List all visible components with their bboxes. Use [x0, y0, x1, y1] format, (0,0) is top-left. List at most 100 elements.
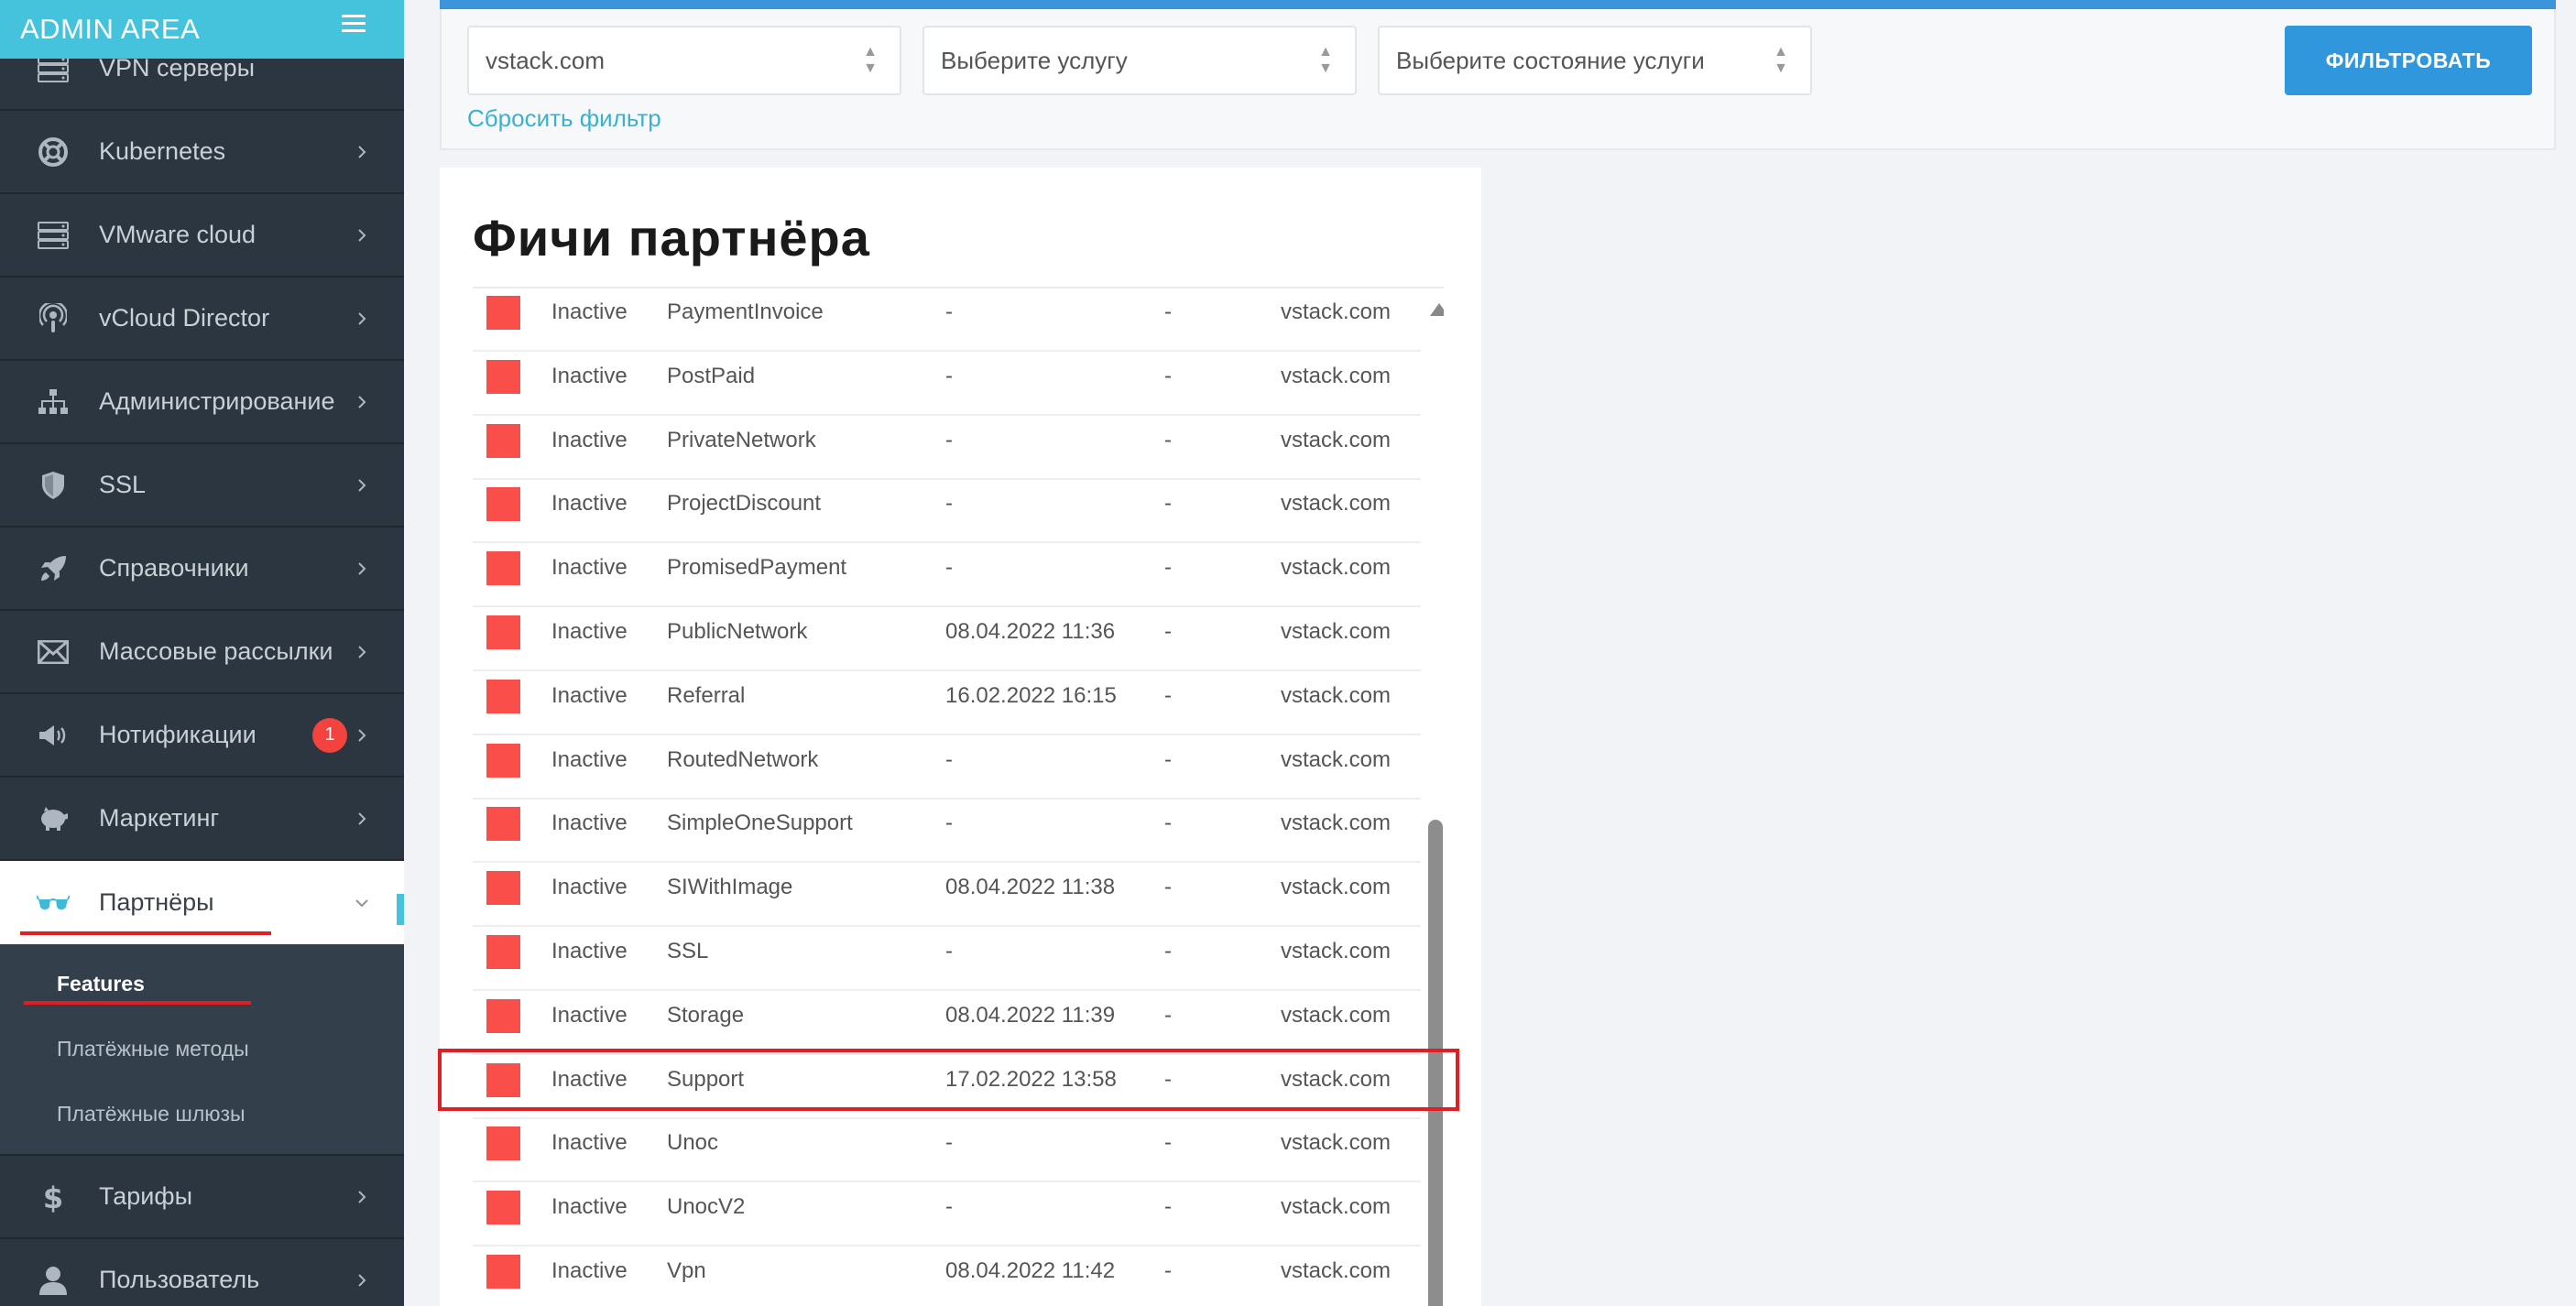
cell-feature-name: PostPaid: [667, 363, 756, 388]
submenu-item-payment-methods[interactable]: Платёжные методы: [0, 1017, 404, 1082]
chevron-right-icon: [358, 1190, 366, 1203]
sidebar-item-kubernetes[interactable]: Kubernetes: [0, 111, 404, 194]
table-row[interactable]: Inactive Referral 16.02.2022 16:15 - vstack.…: [473, 672, 1421, 735]
sidebar-item-vcloud-director[interactable]: vCloud Director: [0, 278, 404, 361]
select-arrows-icon: ▲ ▼: [863, 44, 878, 76]
sidebar-item-administration[interactable]: Администрирование: [0, 361, 404, 444]
cell-value: -: [1164, 1130, 1172, 1156]
chevron-right-icon: [358, 561, 366, 575]
sidebar-item-label: Маркетинг: [99, 804, 220, 832]
cell-value: -: [1164, 1194, 1172, 1220]
svg-text:$: $: [43, 1181, 63, 1213]
page-title: Фичи партнёра: [473, 209, 870, 267]
features-table[interactable]: Inactive PaymentInvoice - - vstack.com Inacti…: [473, 287, 1444, 1306]
cell-domain: vstack.com: [1281, 682, 1392, 708]
sidebar-item-tariffs[interactable]: $ Тарифы: [0, 1156, 404, 1239]
table-row[interactable]: Inactive SimpleOneSupport - - vstack.com: [473, 800, 1421, 864]
cell-value: -: [1164, 682, 1172, 708]
cell-feature-name: RoutedNetwork: [667, 746, 819, 772]
table-row[interactable]: Inactive UnocV2 - - vstack.com: [473, 1183, 1421, 1247]
rocket-icon: [37, 552, 70, 585]
select-arrows-icon: ▲ ▼: [1318, 44, 1333, 76]
chevron-right-icon: [358, 478, 366, 492]
status-indicator: [486, 1191, 520, 1225]
cell-feature-name: ProjectDiscount: [667, 491, 822, 517]
cell-status: Inactive: [551, 555, 628, 581]
select-arrows-icon: ▲ ▼: [1774, 44, 1788, 76]
table-row[interactable]: Inactive PostPaid - - vstack.com: [473, 353, 1421, 416]
sidebar-item-user[interactable]: Пользователь: [0, 1239, 404, 1306]
service-select[interactable]: Выберите услугу ▲ ▼: [922, 26, 1357, 95]
table-row[interactable]: Inactive PrivateNetwork - - vstack.com: [473, 417, 1421, 480]
status-indicator: [486, 743, 520, 778]
table-row[interactable]: Inactive Vpn 08.04.2022 11:42 - vstack.com: [473, 1247, 1421, 1306]
cell-feature-name: Referral: [667, 682, 746, 708]
sidebar-item-ssl[interactable]: SSL: [0, 444, 404, 528]
table-row[interactable]: Inactive Support 17.02.2022 13:58 - vstack.c…: [473, 1056, 1421, 1119]
cell-status: Inactive: [551, 1002, 628, 1028]
sidebar-item-vmware-cloud[interactable]: VMware cloud: [0, 194, 404, 278]
submenu-item-label: Features: [57, 972, 145, 996]
cell-domain: vstack.com: [1281, 1130, 1392, 1156]
table-row[interactable]: Inactive RoutedNetwork - - vstack.com: [473, 736, 1421, 800]
partner-features-panel: Фичи партнёра Inactive PaymentInvoice - - vs…: [440, 168, 1481, 1306]
sidebar-menu: VPN серверы Kubernetes VMware cloud vClo…: [0, 27, 404, 1306]
filter-button[interactable]: ФИЛЬТРОВАТЬ: [2285, 26, 2532, 95]
cell-date: -: [945, 1130, 953, 1156]
sidebar-item-directories[interactable]: Справочники: [0, 528, 404, 611]
cell-value: -: [1164, 491, 1172, 517]
cell-domain: vstack.com: [1281, 939, 1392, 963]
cell-feature-name: SimpleOneSupport: [667, 811, 853, 836]
table-row[interactable]: Inactive ProjectDiscount - - vstack.com: [473, 480, 1421, 544]
cell-date: -: [945, 939, 953, 963]
cell-date: -: [945, 811, 953, 836]
active-indicator: [397, 894, 404, 925]
filter-panel: vstack.com ▲ ▼ Выберите услугу ▲ ▼ Выберит…: [440, 9, 2556, 150]
status-indicator: [486, 551, 520, 586]
cell-domain: vstack.com: [1281, 1066, 1392, 1092]
cell-feature-name: PromisedPayment: [667, 555, 847, 581]
hamburger-menu-icon[interactable]: [342, 15, 366, 35]
table-row[interactable]: Inactive SSL - - vstack.com: [473, 928, 1421, 991]
table-row[interactable]: Inactive SIWithImage 08.04.2022 11:38 - vsta…: [473, 864, 1421, 928]
partner-select[interactable]: vstack.com ▲ ▼: [467, 26, 901, 95]
cell-date: 08.04.2022 11:36: [945, 619, 1116, 644]
annotation-underline-partners: [20, 931, 271, 935]
cell-status: Inactive: [551, 682, 628, 708]
sidebar-item-mass-mailing[interactable]: Массовые рассылки: [0, 611, 404, 694]
status-indicator: [486, 1126, 520, 1161]
status-indicator: [486, 359, 520, 394]
sidebar-item-marketing[interactable]: Маркетинг: [0, 778, 404, 861]
scroll-up-arrow-icon[interactable]: [1430, 303, 1444, 316]
cell-feature-name: SSL: [667, 939, 709, 963]
cell-value: -: [1164, 811, 1172, 836]
cell-date: -: [945, 363, 953, 388]
cell-status: Inactive: [551, 427, 628, 452]
cell-value: -: [1164, 939, 1172, 963]
reset-filter-link[interactable]: Сбросить фильтр: [467, 104, 661, 133]
table-row[interactable]: Inactive PaymentInvoice - - vstack.com: [473, 288, 1421, 352]
sidebar-item-notifications[interactable]: Нотификации 1: [0, 694, 404, 778]
service-state-select[interactable]: Выберите состояние услуги ▲ ▼: [1378, 26, 1812, 95]
sidebar-item-label: Нотификации: [99, 721, 257, 748]
cell-status: Inactive: [551, 939, 628, 963]
cell-feature-name: Unoc: [667, 1130, 719, 1156]
sidebar-item-label: SSL: [99, 471, 147, 498]
chevron-down-icon: [355, 898, 368, 907]
cell-domain: vstack.com: [1281, 619, 1392, 644]
cell-date: 08.04.2022 11:39: [945, 1002, 1116, 1028]
cell-status: Inactive: [551, 491, 628, 517]
table-row[interactable]: Inactive Storage 08.04.2022 11:39 - vstack.c…: [473, 992, 1421, 1055]
scrollbar-thumb[interactable]: [1428, 820, 1443, 1306]
status-indicator: [486, 1062, 520, 1097]
submenu-item-payment-gateways[interactable]: Платёжные шлюзы: [0, 1082, 404, 1147]
cell-feature-name: Storage: [667, 1002, 745, 1028]
submenu-item-features[interactable]: Features: [0, 952, 404, 1017]
table-row[interactable]: Inactive Unoc - - vstack.com: [473, 1119, 1421, 1183]
table-row[interactable]: Inactive PublicNetwork 08.04.2022 11:36 - vs…: [473, 608, 1421, 671]
cell-date: -: [945, 299, 953, 324]
sitemap-icon: [37, 386, 70, 419]
cell-status: Inactive: [551, 1130, 628, 1156]
cell-date: -: [945, 1194, 953, 1220]
table-row[interactable]: Inactive PromisedPayment - - vstack.com: [473, 544, 1421, 608]
